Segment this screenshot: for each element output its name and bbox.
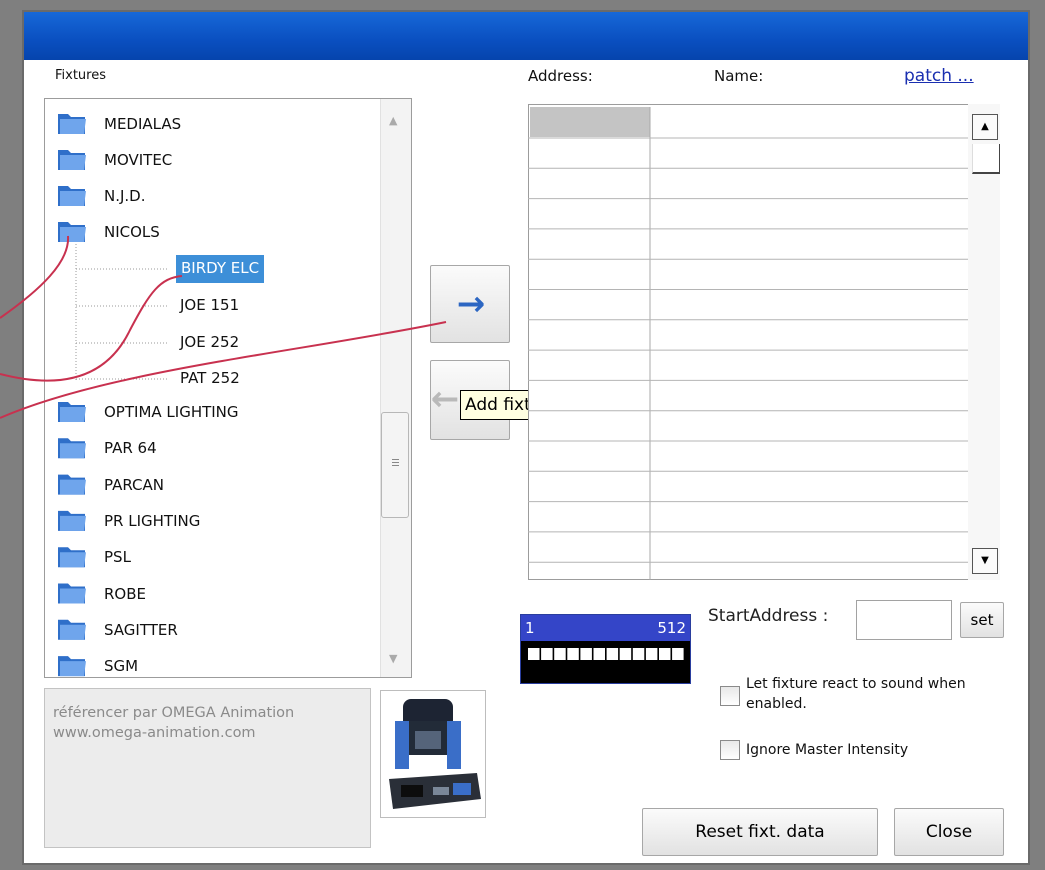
annotation-line-add [0, 321, 447, 419]
annotation-line-nicols [0, 235, 70, 319]
annotation-lines [0, 235, 447, 419]
annotation-line-birdy [0, 275, 183, 382]
